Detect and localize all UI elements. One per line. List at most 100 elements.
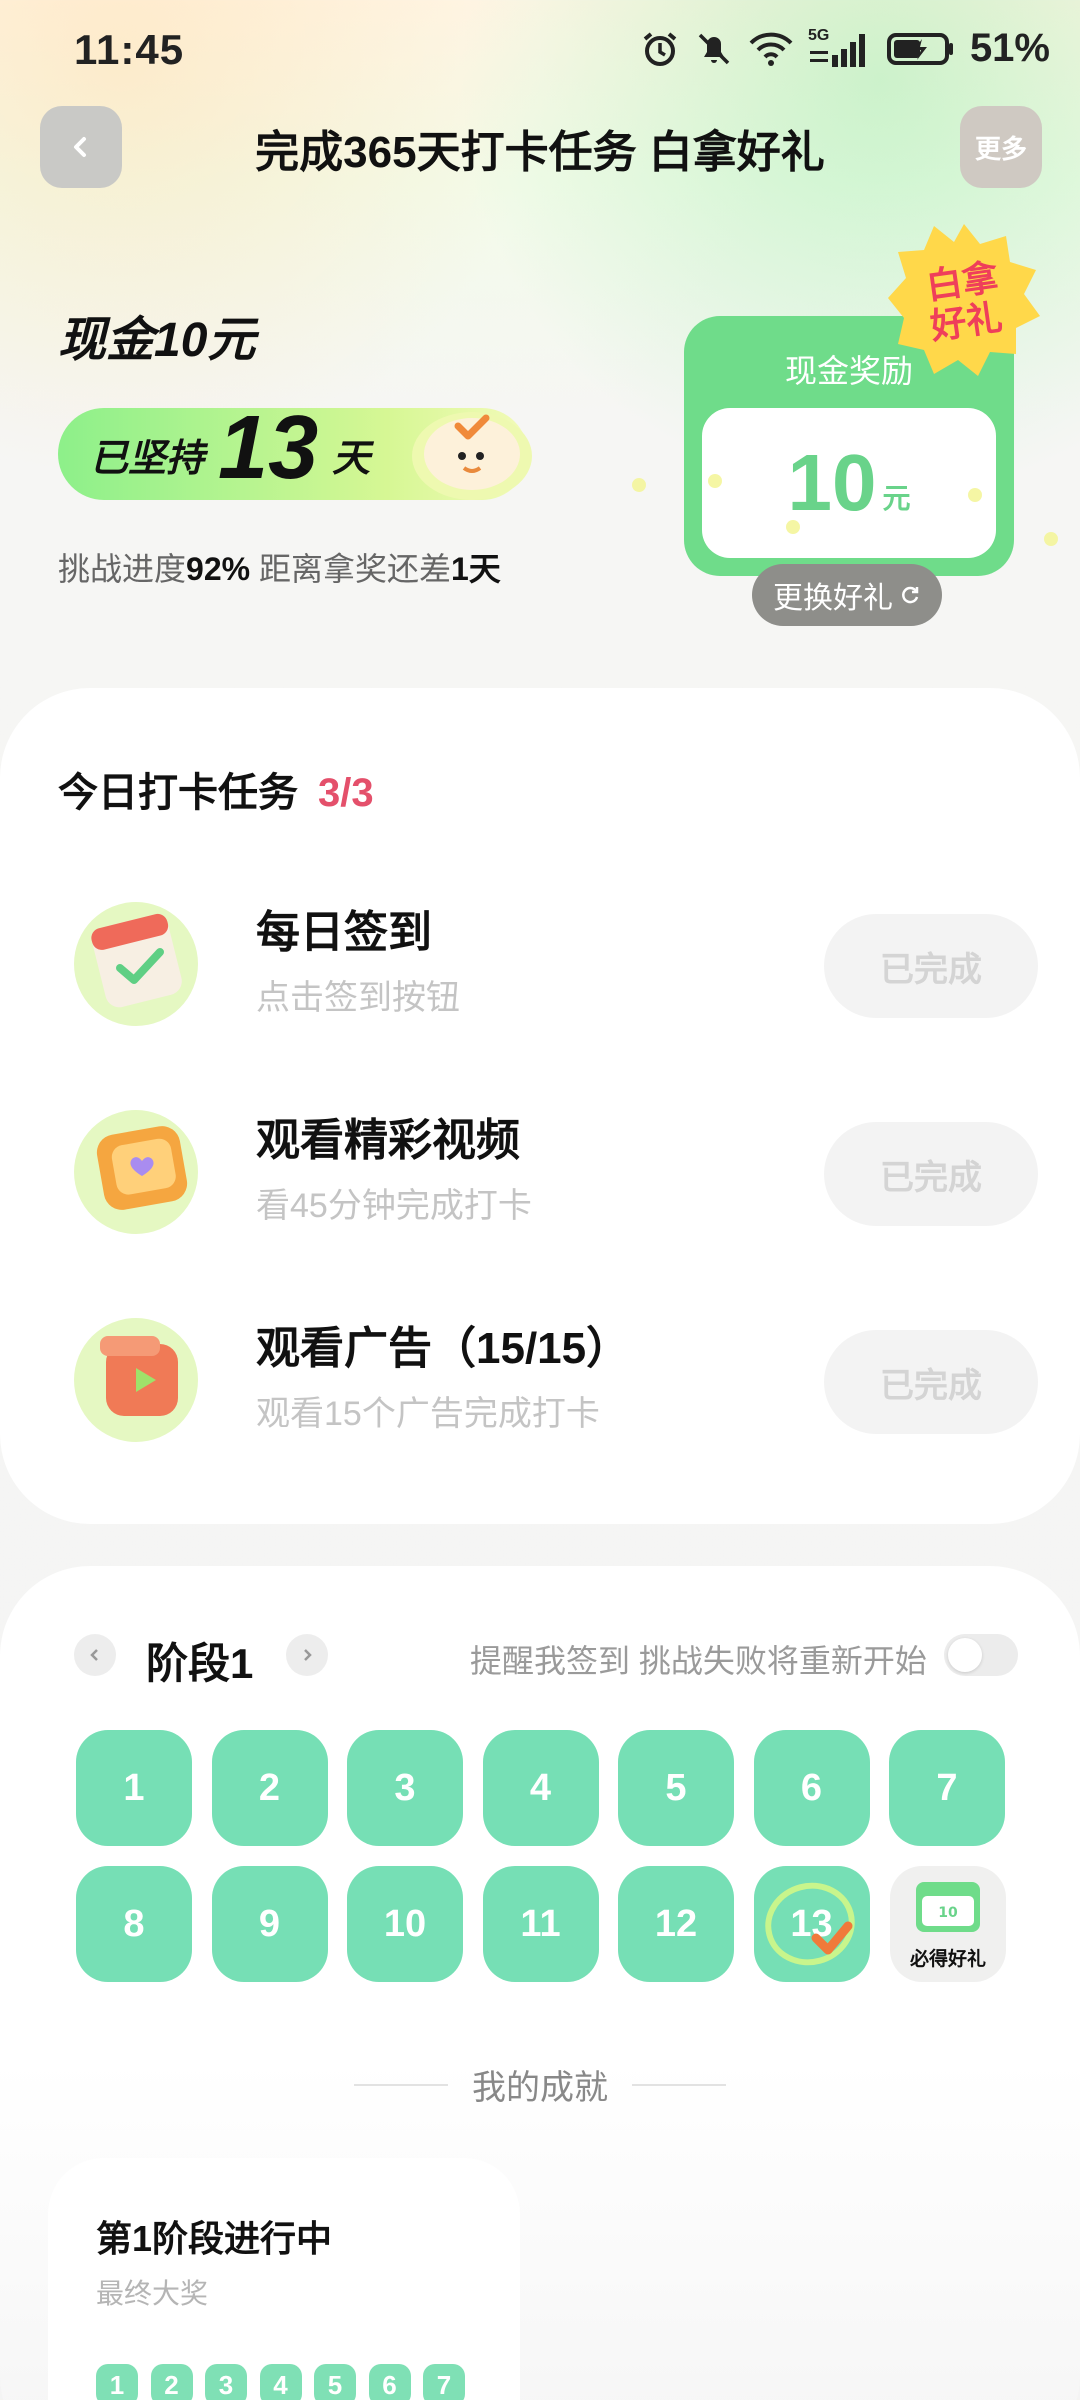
gift-voucher-icon: 10 — [916, 1882, 980, 1932]
tasks-title-label: 今日打卡任务 — [58, 771, 298, 815]
day-cell[interactable]: 8 — [76, 1866, 192, 1982]
battery-charging-icon — [886, 32, 953, 65]
day-number: 8 — [123, 1902, 145, 1945]
mini-day-cell: 3 — [205, 2364, 247, 2400]
day-number: 10 — [383, 1902, 427, 1945]
task-name: 观看广告（15/15） — [256, 1324, 631, 1373]
gift-mini-amount: 10 — [938, 1905, 958, 1921]
task-item-video: 观看精彩视频 看45分钟完成打卡 已完成 — [0, 1086, 1080, 1256]
day-cell[interactable]: 5 — [618, 1730, 734, 1846]
day-number: 3 — [394, 1766, 416, 1809]
mini-day-cell: 7 — [423, 2364, 465, 2400]
task-item-checkin: 每日签到 点击签到按钮 已完成 — [0, 878, 1080, 1048]
day-number: 1 — [123, 1766, 145, 1809]
task-name: 观看精彩视频 — [256, 1116, 520, 1165]
final-gift-day[interactable]: 10 必得好礼 — [890, 1866, 1006, 1982]
chevron-left-icon — [90, 1649, 98, 1661]
change-gift-button[interactable]: 更换好礼 — [752, 564, 942, 626]
sparkle-decoration — [968, 488, 982, 502]
progress-remaining: 1天 — [450, 551, 501, 587]
mini-day-cell: 5 — [314, 2364, 356, 2400]
progress-value: 92% — [186, 551, 251, 587]
streak-prefix: 已坚持 — [90, 437, 205, 480]
progress-label: 挑战进度 — [58, 551, 187, 587]
sparkle-decoration — [786, 520, 800, 534]
cellular-signal-icon: 5G — [808, 27, 872, 69]
mini-day-cell: 2 — [150, 2364, 193, 2400]
day-number: 9 — [258, 1902, 281, 1945]
achievements-header: 我的成就 — [0, 2060, 1080, 2109]
page-title: 完成365天打卡任务 白拿好礼 — [255, 128, 825, 177]
tasks-count: 3/3 — [318, 771, 374, 815]
achievements-title: 我的成就 — [472, 2069, 608, 2107]
alarm-icon — [643, 31, 677, 66]
day-number: 5 — [665, 1766, 687, 1809]
task-description: 点击签到按钮 — [256, 979, 460, 1017]
video-icon — [74, 1110, 198, 1234]
task-description: 看45分钟完成打卡 — [256, 1187, 532, 1225]
reward-amount: 10 — [787, 438, 877, 527]
sparkle-decoration — [708, 474, 722, 488]
day-cell[interactable]: 4 — [482, 1730, 599, 1846]
day-cell[interactable]: 6 — [753, 1730, 870, 1846]
cash-prize-title: 现金10元 — [58, 314, 256, 367]
reward-unit: 元 — [882, 483, 911, 514]
daily-tasks-title: 今日打卡任务 3/3 — [58, 760, 374, 818]
day-cell[interactable]: 7 — [889, 1730, 1005, 1846]
refresh-icon — [902, 586, 919, 604]
reminder-label: 提醒我签到 挑战失败将重新开始 — [470, 1643, 927, 1679]
chevron-right-icon — [304, 1649, 312, 1661]
stage-title: 阶段1 — [146, 1640, 254, 1687]
day-cell-current[interactable]: 13 — [753, 1866, 870, 1982]
task-complete-button[interactable]: 已完成 — [824, 914, 1038, 1018]
day-cell[interactable]: 10 — [347, 1866, 463, 1982]
day-number: 11 — [520, 1902, 561, 1945]
day-number: 4 — [529, 1766, 552, 1809]
divider — [632, 2083, 726, 2086]
task-name: 每日签到 — [256, 908, 432, 957]
more-button[interactable]: 更多 — [960, 106, 1042, 188]
task-complete-button[interactable]: 已完成 — [824, 1122, 1038, 1226]
checkmark-circle-icon — [764, 1882, 855, 1966]
day-cell[interactable]: 9 — [211, 1866, 328, 1982]
prev-stage-button[interactable] — [74, 1634, 116, 1676]
day-cell[interactable]: 11 — [482, 1866, 599, 1982]
day-number: 6 — [800, 1766, 823, 1809]
day-cell[interactable]: 3 — [347, 1730, 463, 1846]
day-number: 2 — [258, 1766, 281, 1809]
divider — [354, 2083, 448, 2086]
reminder-toggle[interactable] — [944, 1634, 1018, 1676]
mini-day-cell: 6 — [368, 2364, 411, 2400]
sparkle-decoration — [1044, 532, 1058, 546]
ad-play-icon — [74, 1318, 198, 1442]
mascot-icon — [412, 412, 532, 500]
day-cell[interactable]: 12 — [618, 1866, 734, 1982]
progress-gap-label: 距离拿奖还差 — [258, 551, 451, 587]
achievement-card-title: 第1阶段进行中 — [96, 2218, 333, 2259]
task-description: 观看15个广告完成打卡 — [256, 1395, 600, 1433]
wifi-icon — [749, 32, 793, 66]
task-complete-button[interactable]: 已完成 — [824, 1330, 1038, 1434]
status-bar: 11:45 5G 51% — [0, 0, 1080, 100]
day-number: 12 — [654, 1902, 698, 1945]
free-gift-badge-icon: 白拿 好礼 — [888, 224, 1040, 376]
streak-days: 13 — [218, 398, 319, 498]
gift-label: 必得好礼 — [909, 1949, 986, 1970]
reward-amount-box: 10 元 — [702, 408, 996, 558]
day-cell[interactable]: 1 — [76, 1730, 192, 1846]
day-cell[interactable]: 2 — [211, 1730, 328, 1846]
calendar-icon — [74, 902, 198, 1026]
day-number: 7 — [936, 1766, 958, 1809]
mini-day-cell: 1 — [96, 2364, 138, 2400]
status-icons: 5G 51% — [640, 26, 1050, 71]
next-stage-button[interactable] — [286, 1634, 328, 1676]
change-gift-label: 更换好礼 — [773, 582, 893, 615]
mini-day-cell: 4 — [259, 2364, 302, 2400]
battery-percent: 51% — [969, 26, 1050, 70]
toggle-knob — [948, 1638, 982, 1672]
streak-suffix: 天 — [332, 437, 371, 480]
status-time: 11:45 — [74, 26, 185, 73]
task-item-ads: 观看广告（15/15） 观看15个广告完成打卡 已完成 — [0, 1294, 1080, 1464]
mute-bell-icon — [698, 33, 730, 64]
challenge-progress: 挑战进度92% 距离拿奖还差1天 — [58, 544, 501, 590]
